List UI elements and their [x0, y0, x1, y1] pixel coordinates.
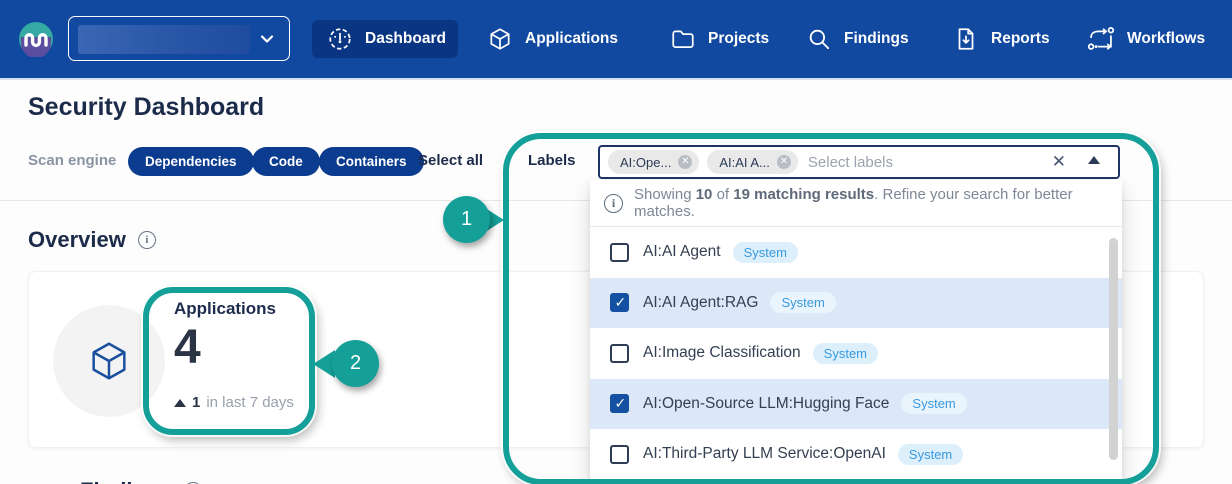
caret-up-icon[interactable] — [1088, 156, 1100, 164]
labels-label: Labels — [528, 152, 576, 169]
info-icon: i — [604, 194, 623, 213]
applications-cube-icon — [86, 338, 132, 384]
label-option-row[interactable]: AI:Third-Party LLM Service:OpenAI System — [590, 429, 1122, 480]
checkbox[interactable] — [610, 293, 629, 312]
screen: Dashboard Applications Projects — [0, 0, 1232, 484]
engine-pill-code[interactable]: Code — [252, 147, 320, 176]
nav-item-label: Workflows — [1127, 30, 1205, 48]
label-option-row[interactable]: AI:AI Agent:RAG System — [590, 278, 1122, 329]
selected-label-chip: AI:Ope... ✕ — [608, 150, 699, 174]
nav-item-applications[interactable]: Applications — [487, 0, 618, 78]
system-badge: System — [733, 242, 798, 263]
select-all-link[interactable]: Select all — [418, 152, 483, 169]
labels-placeholder: Select labels — [808, 154, 893, 171]
results-summary: i Showing 10 of 19 matching results. Ref… — [590, 180, 1122, 227]
metric-label: Applications — [174, 299, 276, 319]
overview-title-text: Overview — [28, 227, 126, 253]
organization-name-redacted — [78, 25, 250, 54]
workflows-icon — [1087, 25, 1115, 53]
organization-selector[interactable] — [68, 16, 290, 61]
overview-section-title: Overview i — [28, 227, 156, 253]
applications-metric-circle — [53, 305, 165, 417]
metric-value: 4 — [174, 320, 201, 375]
checkbox[interactable] — [610, 445, 629, 464]
nav-item-findings[interactable]: Findings — [806, 0, 909, 78]
chip-label: AI:AI A... — [719, 155, 770, 170]
chip-label: AI:Ope... — [620, 155, 671, 170]
findings-search-icon — [806, 26, 832, 52]
delta-suffix: in last 7 days — [206, 394, 294, 411]
system-badge: System — [813, 343, 878, 364]
nav-item-projects[interactable]: Projects — [670, 0, 769, 78]
results-summary-text: Showing 10 of 19 matching results. Refin… — [634, 186, 1122, 220]
annotation-pointer-1 — [482, 206, 504, 234]
nav-item-label: Applications — [525, 30, 618, 48]
nav-item-reports[interactable]: Reports — [953, 0, 1050, 78]
scan-engine-label: Scan engine — [28, 152, 116, 169]
option-label: AI:Open-Source LLM:Hugging Face — [643, 395, 889, 413]
label-option-row[interactable]: AI:Open-Source LLM:Hugging Face System — [590, 379, 1122, 430]
clear-selection-icon[interactable]: ✕ — [1052, 152, 1066, 172]
dropdown-scrollbar[interactable] — [1109, 238, 1118, 460]
delta-value: 1 — [192, 394, 200, 411]
nav-item-label: Dashboard — [365, 30, 446, 48]
labels-dropdown-panel: i Showing 10 of 19 matching results. Ref… — [590, 180, 1122, 484]
option-label: AI:Image Classification — [643, 344, 801, 362]
reports-document-icon — [953, 26, 979, 52]
dashboard-gauge-icon — [327, 26, 353, 52]
selected-label-chip: AI:AI A... ✕ — [707, 150, 798, 174]
nav-item-label: Findings — [844, 30, 909, 48]
option-label: AI:AI Agent — [643, 243, 721, 261]
label-option-row[interactable]: AI:AI Agent System — [590, 227, 1122, 278]
system-badge: System — [901, 393, 966, 414]
system-badge: System — [898, 444, 963, 465]
findings-title-text: Findings — [80, 478, 172, 484]
chip-remove-icon[interactable]: ✕ — [678, 155, 692, 169]
annotation-badge-1: 1 — [443, 196, 490, 243]
projects-folder-icon — [670, 26, 696, 52]
system-badge: System — [770, 292, 835, 313]
option-label: AI:Third-Party LLM Service:OpenAI — [643, 445, 886, 463]
labels-select-input[interactable]: AI:Ope... ✕ AI:AI A... ✕ Select labels ✕ — [598, 145, 1120, 179]
delta-up-icon — [174, 399, 186, 407]
option-label: AI:AI Agent:RAG — [643, 294, 758, 312]
info-icon[interactable]: i — [138, 231, 156, 249]
nav-item-label: Projects — [708, 30, 769, 48]
metric-delta: 1 in last 7 days — [174, 394, 294, 411]
top-navbar: Dashboard Applications Projects — [0, 0, 1232, 78]
engine-pill-dependencies[interactable]: Dependencies — [128, 147, 254, 176]
checkbox[interactable] — [610, 243, 629, 262]
nav-item-dashboard[interactable]: Dashboard — [312, 20, 458, 58]
chip-remove-icon[interactable]: ✕ — [777, 155, 791, 169]
nav-item-label: Reports — [991, 30, 1050, 48]
label-option-row[interactable]: AI:Image Classification System — [590, 328, 1122, 379]
mend-logo-icon — [18, 21, 54, 57]
applications-cube-icon — [487, 26, 513, 52]
checkbox[interactable] — [610, 394, 629, 413]
nav-item-workflows[interactable]: Workflows — [1087, 0, 1205, 78]
page-title: Security Dashboard — [28, 93, 264, 122]
checkbox[interactable] — [610, 344, 629, 363]
chevron-down-icon — [259, 31, 275, 52]
findings-section-title: Findings i — [80, 478, 202, 484]
engine-pill-containers[interactable]: Containers — [319, 147, 424, 176]
